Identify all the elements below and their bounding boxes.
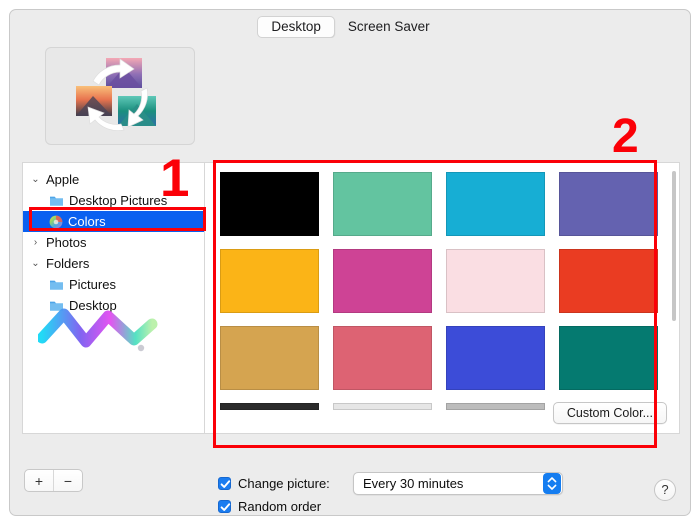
change-picture-checkbox[interactable] — [218, 477, 231, 490]
change-picture-label: Change picture: — [238, 476, 330, 491]
color-swatch-cyan[interactable] — [446, 172, 545, 236]
folder-icon-desktop — [50, 301, 63, 311]
chevron-down-icon-folders[interactable]: ⌄ — [29, 258, 42, 269]
wallpaper-preview-thumbnail[interactable] — [45, 47, 195, 145]
random-order-checkbox[interactable] — [218, 500, 231, 513]
sidebar-item-colors[interactable]: Colors — [23, 211, 204, 232]
source-tree: ⌄ Apple Desktop Pictures Colors › Photos… — [23, 163, 204, 316]
random-order-label: Random order — [238, 499, 322, 514]
random-order-row: Random order — [218, 499, 321, 514]
sidebar-item-pictures[interactable]: Pictures — [23, 274, 204, 295]
color-swatch-amber[interactable] — [220, 249, 319, 313]
panel-scrollbar[interactable] — [672, 171, 676, 321]
source-list-sidebar[interactable]: ⌄ Apple Desktop Pictures Colors › Photos… — [22, 162, 204, 434]
color-swatch-black[interactable] — [220, 172, 319, 236]
tab-bar: Desktop Screen Saver — [10, 13, 690, 41]
checkmark-icon-random — [220, 503, 231, 511]
desktop-screensaver-window: Desktop Screen Saver ⌄ Apple Desktop Pic… — [9, 9, 691, 516]
custom-color-row: Custom Color... — [552, 402, 667, 424]
change-interval-value: Every 30 minutes — [363, 476, 464, 491]
color-swatch-dark-charcoal[interactable] — [220, 403, 319, 410]
custom-color-button[interactable]: Custom Color... — [552, 402, 667, 424]
color-swatch-medium-gray[interactable] — [446, 403, 545, 410]
color-swatch-red-orange[interactable] — [559, 249, 658, 313]
sidebar-group-photos[interactable]: › Photos — [23, 232, 204, 253]
chevron-down-icon[interactable]: ⌄ — [29, 174, 42, 185]
color-swatch-magenta[interactable] — [333, 249, 432, 313]
sidebar-group-apple[interactable]: ⌄ Apple — [23, 169, 204, 190]
sidebar-label-desktop: Desktop — [69, 298, 117, 313]
change-picture-row: Change picture: — [218, 476, 330, 491]
folder-icon-pictures — [50, 280, 63, 290]
color-swatch-grid — [220, 172, 658, 410]
tab-desktop[interactable]: Desktop — [257, 16, 335, 38]
color-wheel-icon — [49, 215, 63, 228]
refresh-cycle-icon — [76, 58, 156, 131]
color-swatch-pale-pink[interactable] — [446, 249, 545, 313]
color-swatch-panel[interactable]: Custom Color... — [204, 162, 680, 434]
sidebar-group-folders[interactable]: ⌄ Folders — [23, 253, 204, 274]
folder-icon — [50, 196, 63, 206]
tab-screen-saver[interactable]: Screen Saver — [335, 16, 443, 38]
chevron-right-icon[interactable]: › — [29, 237, 42, 248]
help-button[interactable]: ? — [654, 479, 676, 501]
sidebar-label-apple: Apple — [46, 172, 80, 187]
remove-folder-button[interactable]: − — [54, 470, 82, 491]
sidebar-item-desktop[interactable]: Desktop — [23, 295, 204, 316]
sidebar-label-desktop-pictures: Desktop Pictures — [69, 193, 168, 208]
add-remove-source-control: + − — [24, 469, 83, 492]
screenshot-root: Desktop Screen Saver ⌄ Apple Desktop Pic… — [0, 0, 700, 525]
color-swatch-tan[interactable] — [220, 326, 319, 390]
tab-group: Desktop Screen Saver — [257, 16, 442, 38]
sidebar-label-pictures: Pictures — [69, 277, 116, 292]
stepper-arrows — [547, 477, 557, 490]
sidebar-label-colors: Colors — [68, 214, 106, 229]
sidebar-label-photos: Photos — [46, 235, 87, 250]
color-swatch-royal-blue[interactable] — [446, 326, 545, 390]
checkmark-icon — [220, 480, 231, 488]
color-swatch-purple[interactable] — [559, 172, 658, 236]
change-interval-dropdown[interactable]: Every 30 minutes — [353, 472, 563, 495]
color-swatch-coral[interactable] — [333, 326, 432, 390]
sidebar-label-folders: Folders — [46, 256, 90, 271]
color-swatch-green[interactable] — [333, 172, 432, 236]
chevron-updown-icon[interactable] — [543, 473, 561, 494]
sidebar-item-desktop-pictures[interactable]: Desktop Pictures — [23, 190, 204, 211]
color-swatch-light-gray[interactable] — [333, 403, 432, 410]
add-folder-button[interactable]: + — [25, 470, 53, 491]
color-swatch-teal[interactable] — [559, 326, 658, 390]
